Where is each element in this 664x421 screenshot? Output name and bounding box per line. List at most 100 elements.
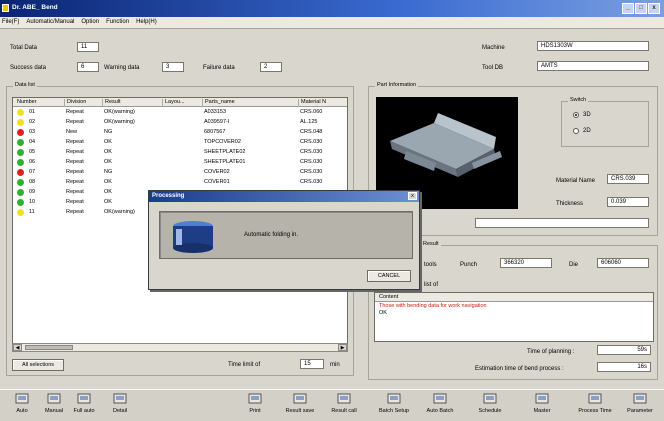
toolbar-button-detail[interactable]: Detail bbox=[98, 392, 142, 414]
toolbar-label: Result call bbox=[331, 408, 357, 414]
toolbar-button-master[interactable]: Master bbox=[520, 392, 564, 414]
status-dot-icon bbox=[17, 129, 24, 136]
toolbar-button-process-time[interactable]: Process Time bbox=[573, 392, 617, 414]
menu-option[interactable]: Option bbox=[81, 19, 99, 28]
col-division[interactable]: Division bbox=[65, 99, 103, 107]
data-list-header: Number Division Result Layou... Parts_na… bbox=[13, 98, 347, 107]
horizontal-scrollbar[interactable]: ◀ ▶ bbox=[12, 343, 348, 352]
cell-division: Repeat bbox=[66, 159, 84, 165]
status-dot-icon bbox=[17, 179, 24, 186]
toolbar-button-print[interactable]: Print bbox=[233, 392, 277, 414]
toolbar-label: Batch Setup bbox=[379, 408, 409, 414]
punch-label: Punch bbox=[460, 262, 478, 268]
scroll-right-icon[interactable]: ▶ bbox=[338, 344, 347, 351]
estimation-value: 16s bbox=[597, 362, 651, 372]
cell-division: Repeat bbox=[66, 179, 84, 185]
toolbar-button-auto-batch[interactable]: Auto Batch bbox=[418, 392, 462, 414]
toolbar-detail-icon bbox=[113, 393, 127, 404]
tooldb-label: Tool DB bbox=[482, 65, 504, 71]
col-number[interactable]: Number bbox=[15, 99, 65, 107]
toolbar-result-call-icon bbox=[337, 393, 351, 404]
die-label: Die bbox=[569, 262, 579, 268]
cell-division: Repeat bbox=[66, 109, 84, 115]
menu-help[interactable]: Help(H) bbox=[136, 19, 157, 28]
content-line-warning: Those with bending data for work navigat… bbox=[379, 303, 487, 309]
cell-result: OK(warning) bbox=[104, 209, 135, 215]
col-result[interactable]: Result bbox=[103, 99, 163, 107]
toolbar-label: Auto Batch bbox=[426, 408, 454, 414]
cell-material: CRS.030 bbox=[300, 149, 323, 155]
cell-division: Repeat bbox=[66, 139, 84, 145]
minimize-button[interactable]: _ bbox=[622, 3, 634, 14]
machine-value: HDS1303W bbox=[537, 41, 649, 51]
toolbar-button-parameter[interactable]: Parameter bbox=[618, 392, 662, 414]
cell-number: 03 bbox=[29, 129, 36, 135]
result-content-box[interactable]: Content Those with bending data for work… bbox=[374, 292, 654, 342]
cell-result: NG bbox=[104, 169, 113, 175]
menu-automatic-manual[interactable]: Automatic/Manual bbox=[26, 19, 74, 28]
toolbar-button-schedule[interactable]: Schedule bbox=[468, 392, 512, 414]
col-parts-name[interactable]: Parts_name bbox=[203, 99, 299, 107]
toolbar-process-time-icon bbox=[588, 393, 602, 404]
table-row[interactable]: 01 Repeat OK(warning) A033153 CRS.060 bbox=[13, 108, 347, 117]
time-limit-input[interactable]: 15 bbox=[300, 359, 324, 369]
app-logo-icon bbox=[2, 4, 9, 12]
success-data-value: 6 bbox=[77, 62, 99, 72]
menu-function[interactable]: Function bbox=[106, 19, 129, 28]
cell-number: 10 bbox=[29, 199, 36, 205]
menu-bar: File(F) Automatic/Manual Option Function… bbox=[0, 17, 664, 29]
scroll-thumb[interactable] bbox=[25, 345, 73, 350]
time-limit-label: Time limit of bbox=[228, 362, 261, 368]
toolbar-label: Master bbox=[533, 408, 551, 414]
cell-material: CRS.048 bbox=[300, 129, 323, 135]
toolbar-label: Result save bbox=[285, 408, 315, 414]
warning-data-value: 3 bbox=[162, 62, 184, 72]
table-row[interactable]: 02 Repeat OK(warning) A039597-I AL.125 bbox=[13, 118, 347, 127]
result-title: Result bbox=[421, 241, 441, 247]
cell-parts: SHEETPLATE02 bbox=[204, 149, 246, 155]
cell-result: OK(warning) bbox=[104, 109, 135, 115]
scroll-left-icon[interactable]: ◀ bbox=[13, 344, 22, 351]
toolbar-button-result-save[interactable]: Result save bbox=[278, 392, 322, 414]
bottom-toolbar: Auto Manual Full auto Detail Print Result sav… bbox=[0, 389, 664, 421]
cell-parts: 6807567 bbox=[204, 129, 226, 135]
col-layout[interactable]: Layou... bbox=[163, 99, 203, 107]
planning-label: Time of planning : bbox=[527, 349, 575, 355]
die-value: 606060 bbox=[597, 258, 649, 268]
cell-parts: TOPCOVER02 bbox=[204, 139, 241, 145]
maximize-button[interactable]: □ bbox=[635, 3, 647, 14]
main-window: Dr. ABE_ Bend _ □ x File(F) Automatic/Ma… bbox=[0, 0, 664, 421]
window-controls: _ □ x bbox=[622, 3, 660, 14]
cell-parts: COVER02 bbox=[204, 169, 230, 175]
toolbar-label: Auto bbox=[16, 408, 28, 414]
cancel-button[interactable]: CANCEL bbox=[367, 270, 411, 282]
punch-value: 366320 bbox=[500, 258, 552, 268]
radio-3d[interactable] bbox=[573, 112, 579, 118]
cell-parts: A033153 bbox=[204, 109, 227, 115]
col-material[interactable]: Material N bbox=[299, 99, 347, 107]
content-header: Content bbox=[375, 293, 653, 302]
toolbar-button-batch-setup[interactable]: Batch Setup bbox=[372, 392, 416, 414]
table-row[interactable]: 04 Repeat OK TOPCOVER02 CRS.030 bbox=[13, 138, 347, 147]
planning-value: 59s bbox=[597, 345, 651, 355]
thickness-label: Thickness bbox=[556, 201, 584, 207]
radio-2d[interactable] bbox=[573, 128, 579, 134]
total-data-value: 11 bbox=[77, 42, 99, 52]
cell-number: 06 bbox=[29, 159, 36, 165]
status-dot-icon bbox=[17, 149, 24, 156]
toolbar-button-result-call[interactable]: Result call bbox=[322, 392, 366, 414]
menu-file[interactable]: File(F) bbox=[2, 19, 19, 28]
table-row[interactable]: 07 Repeat NG COVER02 CRS.030 bbox=[13, 168, 347, 177]
cell-number: 08 bbox=[29, 179, 36, 185]
table-row[interactable]: 08 Repeat OK COVER01 CRS.030 bbox=[13, 178, 347, 187]
cell-number: 07 bbox=[29, 169, 36, 175]
dialog-close-button[interactable]: x bbox=[408, 192, 417, 200]
part-info-extra-field bbox=[475, 218, 649, 228]
material-name-label: Material Name bbox=[556, 178, 596, 184]
all-selections-button[interactable]: All selections bbox=[12, 359, 64, 371]
table-row[interactable]: 05 Repeat OK SHEETPLATE02 CRS.030 bbox=[13, 148, 347, 157]
table-row[interactable]: 03 New NG 6807567 CRS.048 bbox=[13, 128, 347, 137]
table-row[interactable]: 06 Repeat OK SHEETPLATE01 CRS.030 bbox=[13, 158, 347, 167]
radio-3d-label: 3D bbox=[583, 112, 591, 118]
close-button[interactable]: x bbox=[648, 3, 660, 14]
